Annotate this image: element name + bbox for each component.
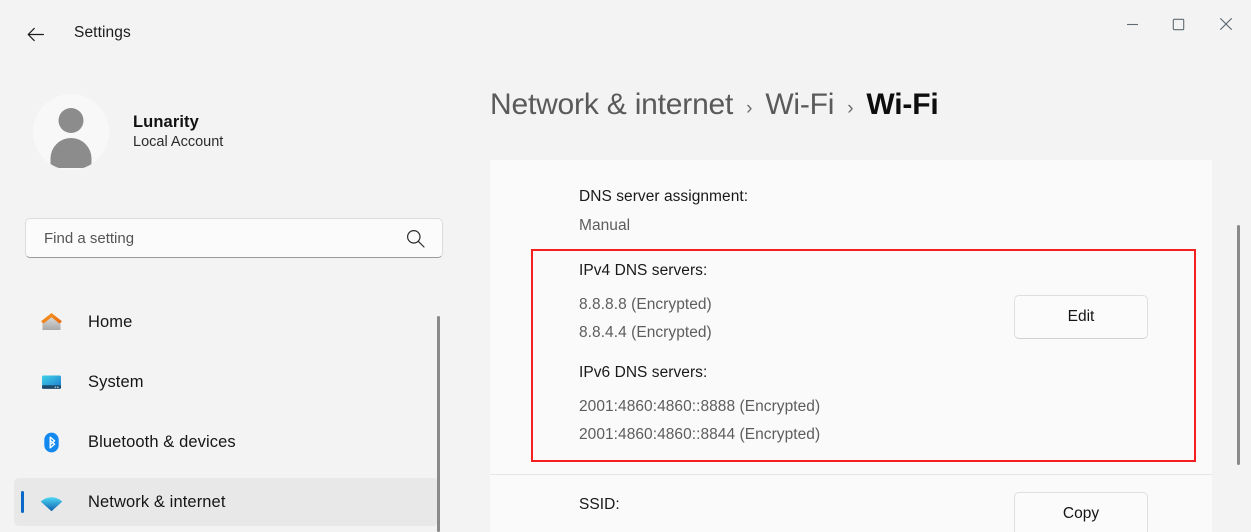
sidebar-scrollbar[interactable] <box>437 316 440 532</box>
avatar-head-icon <box>58 108 84 133</box>
account-block[interactable]: Lunarity Local Account <box>33 94 223 170</box>
dns-assignment-label: DNS server assignment: <box>579 188 749 205</box>
ipv4-dns-label: IPv4 DNS servers: <box>579 262 708 279</box>
home-icon <box>38 309 64 335</box>
sidebar-item-label: Home <box>88 312 133 331</box>
search-icon <box>405 228 426 254</box>
search-placeholder: Find a setting <box>44 229 135 247</box>
breadcrumb: Network & internet › Wi-Fi › Wi-Fi <box>490 88 939 122</box>
ipv6-dns-value: 2001:4860:4860::8888 (Encrypted) <box>579 398 821 415</box>
wifi-icon <box>38 489 64 515</box>
content-scrollbar[interactable] <box>1237 225 1240 465</box>
ipv6-dns-values: 2001:4860:4860::8888 (Encrypted) 2001:48… <box>579 393 820 449</box>
account-type: Local Account <box>133 134 224 151</box>
sidebar-item-label: Network & internet <box>88 492 226 511</box>
breadcrumb-item-wifi[interactable]: Wi-Fi <box>765 88 834 122</box>
edit-button[interactable]: Edit <box>1014 295 1148 339</box>
sidebar-item-system[interactable]: System <box>14 358 438 406</box>
settings-window: Settings Lunarity Local Account Find a s… <box>0 0 1251 532</box>
sidebar-item-home[interactable]: Home <box>14 298 438 346</box>
ipv4-dns-values: 8.8.8.8 (Encrypted) 8.8.4.4 (Encrypted) <box>579 291 712 347</box>
ipv6-dns-value: 2001:4860:4860::8844 (Encrypted) <box>579 426 821 443</box>
avatar-body-icon <box>50 138 92 168</box>
system-monitor-icon <box>38 369 64 395</box>
ipv6-dns-block: IPv6 DNS servers: 2001:4860:4860::8888 (… <box>579 364 820 449</box>
account-text: Lunarity Local Account <box>133 111 223 153</box>
bluetooth-icon <box>38 429 64 455</box>
wifi-properties-card: DNS server assignment: Manual IPv4 DNS s… <box>490 160 1212 532</box>
section-divider <box>490 474 1212 475</box>
sidebar-item-network-internet[interactable]: Network & internet <box>14 478 438 526</box>
app-title: Settings <box>74 24 131 41</box>
avatar <box>33 94 109 170</box>
sidebar-item-bluetooth[interactable]: Bluetooth & devices <box>14 418 438 466</box>
content-area: Network & internet › Wi-Fi › Wi-Fi DNS s… <box>490 0 1251 532</box>
back-button[interactable] <box>16 17 54 51</box>
breadcrumb-separator-icon: › <box>746 98 753 119</box>
back-arrow-icon <box>27 27 44 41</box>
ipv4-dns-block: IPv4 DNS servers: 8.8.8.8 (Encrypted) 8.… <box>579 262 712 347</box>
sidebar-item-label: System <box>88 372 144 391</box>
dns-assignment-block: DNS server assignment: Manual <box>579 188 748 235</box>
search-input[interactable]: Find a setting <box>25 218 443 258</box>
breadcrumb-separator-icon: › <box>847 98 854 119</box>
breadcrumb-item-current: Wi-Fi <box>866 88 939 121</box>
sidebar-item-label: Bluetooth & devices <box>88 432 236 451</box>
ssid-label: SSID: <box>579 496 620 513</box>
ssid-block: SSID: <box>579 496 620 514</box>
ipv4-dns-value: 8.8.8.8 (Encrypted) <box>579 296 712 313</box>
copy-button[interactable]: Copy <box>1014 492 1148 532</box>
ipv4-dns-value: 8.8.4.4 (Encrypted) <box>579 324 712 341</box>
breadcrumb-item-network[interactable]: Network & internet <box>490 88 733 122</box>
selection-indicator <box>21 491 24 513</box>
account-name: Lunarity <box>133 113 199 132</box>
sidebar: Lunarity Local Account Find a setting Ho… <box>0 60 460 532</box>
ipv6-dns-label: IPv6 DNS servers: <box>579 364 708 381</box>
sidebar-nav: Home System Bluetooth & devices Network … <box>14 298 438 532</box>
dns-assignment-value: Manual <box>579 217 631 234</box>
